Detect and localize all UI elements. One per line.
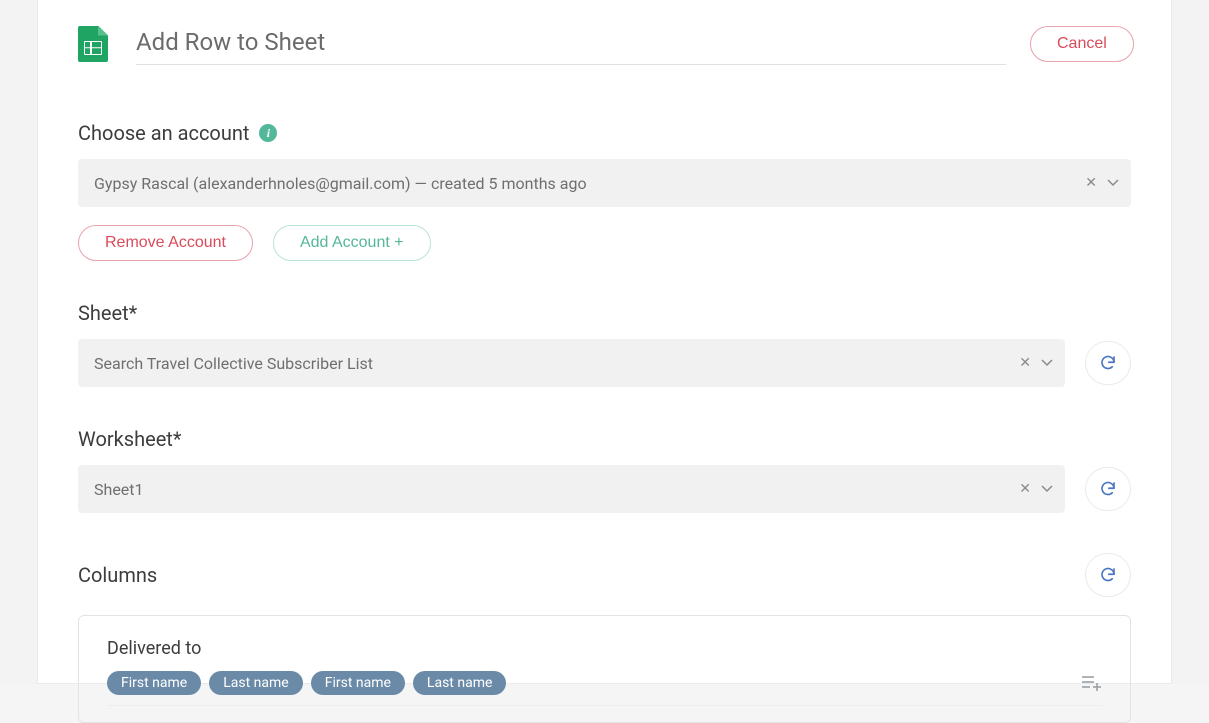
header-row: Add Row to Sheet Cancel — [78, 22, 1131, 73]
sheet-label: Sheet* — [78, 301, 1131, 325]
clear-account-icon[interactable]: ✕ — [1085, 175, 1097, 191]
columns-box: Delivered to First name Last name First … — [78, 615, 1131, 723]
worksheet-label: Worksheet* — [78, 427, 1131, 451]
sheet-selected-value: Search Travel Collective Subscriber List — [94, 354, 373, 373]
insert-field-icon[interactable] — [1082, 675, 1102, 691]
refresh-columns-button[interactable] — [1085, 553, 1131, 597]
cancel-button[interactable]: Cancel — [1030, 26, 1134, 62]
refresh-sheet-button[interactable] — [1085, 341, 1131, 385]
header-left: Add Row to Sheet — [78, 22, 1006, 65]
page-title: Add Row to Sheet — [136, 28, 1006, 56]
field-pill[interactable]: First name — [311, 671, 405, 695]
column-pill-row[interactable]: First name Last name First name Last nam… — [107, 671, 1102, 706]
worksheet-selected-value: Sheet1 — [94, 480, 144, 499]
caret-down-icon[interactable] — [1107, 179, 1119, 187]
google-sheets-icon — [78, 26, 108, 62]
column-group-title: Delivered to — [107, 638, 1102, 659]
sheet-select[interactable]: Search Travel Collective Subscriber List… — [78, 339, 1065, 387]
clear-worksheet-icon[interactable]: ✕ — [1019, 481, 1031, 497]
refresh-icon — [1099, 480, 1117, 498]
account-buttons: Remove Account Add Account + — [78, 225, 1131, 261]
account-label-row: Choose an account i — [78, 121, 1131, 145]
info-icon[interactable]: i — [259, 124, 277, 142]
refresh-worksheet-button[interactable] — [1085, 467, 1131, 511]
account-selected-value: Gypsy Rascal (alexanderhnoles@gmail.com)… — [94, 174, 587, 193]
sheet-section: Sheet* Search Travel Collective Subscrib… — [78, 301, 1131, 387]
clear-sheet-icon[interactable]: ✕ — [1019, 355, 1031, 371]
columns-section: Columns Delivered to First name Last nam… — [78, 553, 1131, 723]
remove-account-button[interactable]: Remove Account — [78, 225, 253, 261]
add-account-button[interactable]: Add Account + — [273, 225, 431, 261]
caret-down-icon[interactable] — [1041, 485, 1053, 493]
config-card: Add Row to Sheet Cancel Choose an accoun… — [37, 0, 1172, 684]
caret-down-icon[interactable] — [1041, 359, 1053, 367]
worksheet-section: Worksheet* Sheet1 ✕ — [78, 427, 1131, 513]
worksheet-select[interactable]: Sheet1 ✕ — [78, 465, 1065, 513]
account-select[interactable]: Gypsy Rascal (alexanderhnoles@gmail.com)… — [78, 159, 1131, 207]
field-pill[interactable]: Last name — [413, 671, 506, 695]
field-pill[interactable]: First name — [107, 671, 201, 695]
field-pill[interactable]: Last name — [209, 671, 302, 695]
account-label: Choose an account — [78, 121, 249, 145]
account-section: Choose an account i Gypsy Rascal (alexan… — [78, 121, 1131, 261]
refresh-icon — [1099, 566, 1117, 584]
refresh-icon — [1099, 354, 1117, 372]
columns-label: Columns — [78, 563, 157, 587]
title-container: Add Row to Sheet — [136, 22, 1006, 65]
